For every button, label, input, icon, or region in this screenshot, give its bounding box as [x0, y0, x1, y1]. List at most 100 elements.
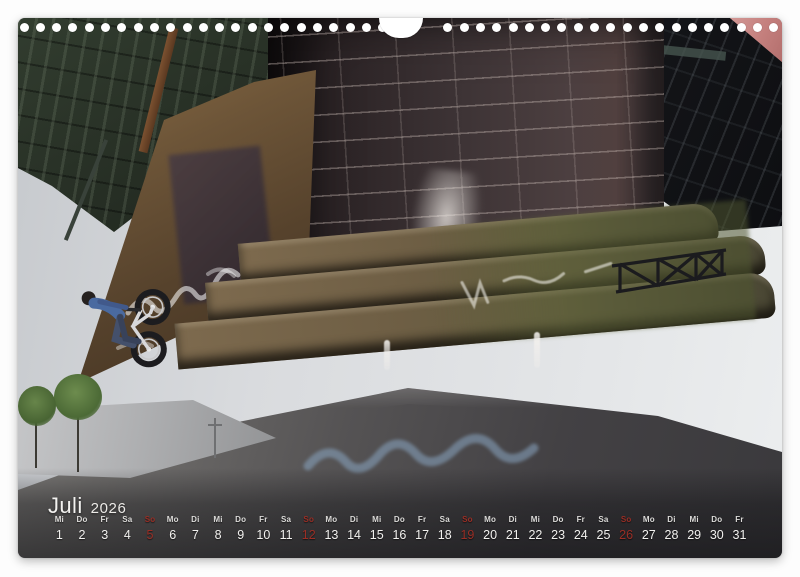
weekday-label: Di	[660, 515, 683, 524]
punch-hole	[150, 23, 159, 32]
day-number: 21	[501, 529, 524, 542]
bottom-shadow	[18, 468, 782, 558]
day-number: 2	[71, 529, 94, 542]
day-number: 22	[524, 529, 547, 542]
day-cell: Mo 6	[161, 515, 184, 542]
day-number: 5	[139, 529, 162, 542]
weekday-label: Fr	[411, 515, 434, 524]
day-cell: Do 30	[705, 515, 728, 542]
weekday-label: Sa	[116, 515, 139, 524]
weekday-label: Sa	[592, 515, 615, 524]
punch-hole	[36, 23, 45, 32]
punch-hole	[264, 23, 273, 32]
weekday-label: Mi	[48, 515, 71, 524]
punch-hole	[688, 23, 697, 32]
punch-hole	[737, 23, 746, 32]
punch-hole	[117, 23, 126, 32]
weekday-label: Mo	[637, 515, 660, 524]
weekday-label: Mi	[683, 515, 706, 524]
punch-hole	[231, 23, 240, 32]
weekday-label: Do	[71, 515, 94, 524]
weekday-label: Mo	[479, 515, 502, 524]
day-number: 7	[184, 529, 207, 542]
day-number: 13	[320, 529, 343, 542]
day-cell: Mi 22	[524, 515, 547, 542]
day-number: 10	[252, 529, 275, 542]
punch-hole	[183, 23, 192, 32]
day-number: 18	[433, 529, 456, 542]
day-cell: So12	[297, 515, 320, 542]
day-number: 26	[615, 529, 638, 542]
punch-hole	[443, 23, 452, 32]
calendar-days-row: Mi1Do2Fr3Sa4So5Mo6Di7Mi8Do9Fr10Sa11So12M…	[48, 515, 751, 542]
day-number: 16	[388, 529, 411, 542]
day-number: 30	[705, 529, 728, 542]
punch-hole	[460, 23, 469, 32]
day-cell: Di 7	[184, 515, 207, 542]
weekday-label: Do	[547, 515, 570, 524]
day-number: 11	[275, 529, 298, 542]
day-number: 6	[161, 529, 184, 542]
punch-hole	[215, 23, 224, 32]
punch-hole	[574, 23, 583, 32]
day-number: 12	[297, 529, 320, 542]
punch-hole	[199, 23, 208, 32]
weekday-label: So	[139, 515, 162, 524]
day-cell: Sa 11	[275, 515, 298, 542]
day-number: 28	[660, 529, 683, 542]
day-number: 1	[48, 529, 71, 542]
punch-hole	[134, 23, 143, 32]
day-cell: Do 2	[71, 515, 94, 542]
punch-hole	[476, 23, 485, 32]
weekday-label: Di	[184, 515, 207, 524]
railing	[610, 240, 728, 302]
day-number: 31	[728, 529, 751, 542]
day-cell: Mo 13	[320, 515, 343, 542]
day-number: 25	[592, 529, 615, 542]
weekday-label: Di	[501, 515, 524, 524]
day-number: 23	[547, 529, 570, 542]
punch-hole	[753, 23, 762, 32]
punch-hole	[509, 23, 518, 32]
weekday-label: Mo	[320, 515, 343, 524]
weekday-label: Do	[705, 515, 728, 524]
day-cell: Mi 29	[683, 515, 706, 542]
day-number: 27	[637, 529, 660, 542]
weekday-label: Mo	[161, 515, 184, 524]
punch-hole	[85, 23, 94, 32]
paint-drip	[534, 332, 540, 368]
day-cell: Fr24	[569, 515, 592, 542]
punch-hole	[492, 23, 501, 32]
weekday-label: So	[615, 515, 638, 524]
punch-hole	[606, 23, 615, 32]
weekday-label: Do	[229, 515, 252, 524]
punch-hole	[590, 23, 599, 32]
punch-hole	[248, 23, 257, 32]
weekday-label: Sa	[275, 515, 298, 524]
punch-hole	[525, 23, 534, 32]
distant-mast	[214, 418, 216, 458]
day-number: 14	[343, 529, 366, 542]
punch-hole	[166, 23, 175, 32]
day-number: 19	[456, 529, 479, 542]
day-cell: Sa4	[116, 515, 139, 542]
punch-hole	[297, 23, 306, 32]
punch-hole	[720, 23, 729, 32]
day-cell: Do16	[388, 515, 411, 542]
day-cell: Mi8	[207, 515, 230, 542]
day-cell: So 26	[615, 515, 638, 542]
day-cell: Di 21	[501, 515, 524, 542]
day-number: 9	[229, 529, 252, 542]
weekday-label: Mi	[524, 515, 547, 524]
punch-hole	[623, 23, 632, 32]
day-number: 3	[93, 529, 116, 542]
day-cell: So19	[456, 515, 479, 542]
paint-drip	[384, 340, 390, 370]
day-number: 29	[683, 529, 706, 542]
punch-hole	[639, 23, 648, 32]
day-number: 20	[479, 529, 502, 542]
weekday-label: Fr	[728, 515, 751, 524]
day-cell: Di 28	[660, 515, 683, 542]
day-cell: Mi 1	[48, 515, 71, 542]
punch-hole	[329, 23, 338, 32]
